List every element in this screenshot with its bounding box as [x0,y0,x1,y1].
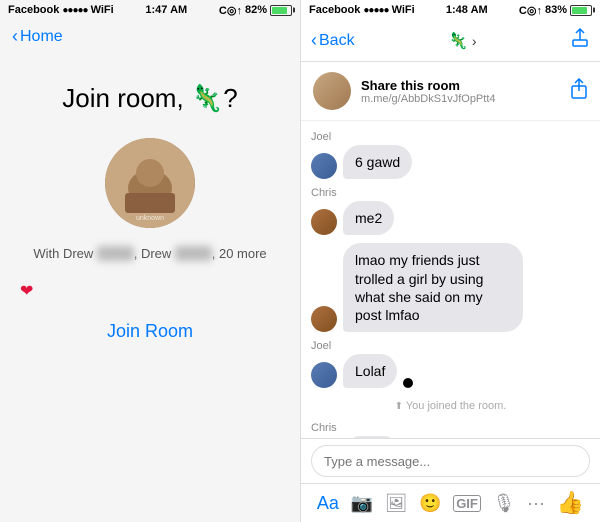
joel-avatar-2 [311,362,337,388]
left-panel: Facebook ●●●●● WiFi 1:47 AM C◎↑ 82% ‹ Ho… [0,0,300,522]
wifi-icon-right: WiFi [392,4,415,16]
message-group-chris-2: lmao my friends just trolled a girl by u… [301,241,600,336]
share-link: m.me/g/AbbDkS1vJfOpPtt4 [361,93,560,105]
right-status-bar-right: C◎↑ 83% [519,4,592,17]
misc-icons-left: C◎↑ [219,4,242,17]
system-message: You joined the room. [301,400,600,412]
chevron-left-icon: ‹ [12,26,18,47]
right-status-bar-left: Facebook ●●●●● WiFi [309,4,415,16]
battery-left [270,5,292,16]
svg-text:unknown: unknown [136,215,164,222]
app-name-left: Facebook [8,4,59,16]
share-title: Share this room [361,78,560,93]
like-button[interactable]: 👍 [557,490,584,516]
snake-icon: 🦎 [448,31,468,51]
upload-icon [570,28,590,48]
avatar-svg: unknown [105,138,195,228]
home-label: Home [20,28,63,46]
room-avatar: unknown [105,138,195,228]
right-status-bar: Facebook ●●●●● WiFi 1:48 AM C◎↑ 83% [301,0,600,20]
battery-fill-left [272,7,287,14]
right-panel: Facebook ●●●●● WiFi 1:48 AM C◎↑ 83% ‹ Ba… [300,0,600,522]
nav-chevron-icon: › [472,33,477,49]
message-group-joel-2: Joel Lolaf [301,338,600,392]
bubble-row-chris-1: me2 [311,201,590,235]
share-room-avatar [313,72,351,110]
unread-dot [403,378,413,388]
sender-name-joel-2: Joel [311,340,590,352]
share-info: Share this room m.me/g/AbbDkS1vJfOpPtt4 [361,78,560,105]
input-bar [301,438,600,483]
emoji-button[interactable]: 🙂 [419,493,441,514]
nav-center: 🦎 › [448,31,477,51]
share-icon [570,78,588,100]
share-nav-icon[interactable] [570,28,590,53]
chevron-back-icon: ‹ [311,30,317,51]
battery-fill-right [572,7,587,14]
time-left: 1:47 AM [145,4,187,16]
comma-label: , Drew [134,246,175,261]
blurred-name-2: ████ [175,246,212,261]
room-avatar-image: unknown [105,138,195,228]
aa-button[interactable]: Aa [317,493,339,514]
joel-avatar [311,153,337,179]
message-group-joel-1: Joel 6 gawd [301,129,600,183]
bubble-incoming-lolaf: Lolaf [343,354,397,388]
sticker-button[interactable]: 🖼 [385,493,408,514]
bubble-row-joel-1: 6 gawd [311,145,590,179]
misc-icons-right: C◎↑ [519,4,542,17]
back-button[interactable]: ‹ Back [311,30,355,51]
bubble-row-chris-2: lmao my friends just trolled a girl by u… [311,243,590,332]
left-status-bar: Facebook ●●●●● WiFi 1:47 AM C◎↑ 82% [0,0,300,20]
more-button[interactable]: ··· [527,493,545,514]
battery-pct-right: 83% [545,4,567,16]
battery-pct-left: 82% [245,4,267,16]
heart-emoji: ❤ [20,281,33,301]
battery-right [570,5,592,16]
chris-avatar-2 [311,306,337,332]
left-status-bar-left: Facebook ●●●●● WiFi [8,4,114,16]
toolbar-bar: Aa 📷 🖼 🙂 GIF 🎙 ··· 👍 [301,483,600,522]
bubble-incoming-me2: me2 [343,201,394,235]
left-status-bar-right: C◎↑ 82% [219,4,292,17]
messages-area: Joel 6 gawd Chris me2 lmao my friends ju… [301,121,600,438]
share-action-button[interactable] [570,78,588,105]
wifi-icon-left: WiFi [91,4,114,16]
with-label: With Drew [33,246,97,261]
blurred-name-1: ████ [97,246,134,261]
sender-name-chris-3: Chris [311,422,590,434]
app-name-right: Facebook [309,4,360,16]
bubble-row-joel-2: Lolaf [311,354,590,388]
share-header: Share this room m.me/g/AbbDkS1vJfOpPtt4 [301,62,600,121]
bubble-incoming-lmao: lmao my friends just trolled a girl by u… [343,243,523,332]
back-label: Back [319,32,355,50]
sender-name-joel: Joel [311,131,590,143]
right-nav-bar: ‹ Back 🦎 › [301,20,600,62]
chris-avatar-1 [311,209,337,235]
message-group-chris-3: Chris a suh [301,420,600,438]
sender-name-chris-1: Chris [311,187,590,199]
signal-left: ●●●●● [62,5,87,16]
home-back-button[interactable]: ‹ Home [12,26,63,47]
more-label: , 20 more [212,246,267,261]
gif-button[interactable]: GIF [453,495,481,512]
with-text: With Drew ████, Drew ████, 20 more [33,246,266,261]
time-right: 1:48 AM [446,4,488,16]
message-input[interactable] [311,445,590,477]
mic-button[interactable]: 🎙 [493,493,516,514]
join-room-button[interactable]: Join Room [107,321,193,342]
left-content: Join room, 🦎? unknown With Drew ████, Dr… [0,53,300,522]
signal-right: ●●●●● [363,5,388,16]
message-group-chris-1: Chris me2 [301,185,600,239]
join-title: Join room, 🦎? [62,83,237,114]
camera-button[interactable]: 📷 [351,493,373,514]
bubble-incoming: 6 gawd [343,145,412,179]
left-nav-bar: ‹ Home [0,20,300,53]
